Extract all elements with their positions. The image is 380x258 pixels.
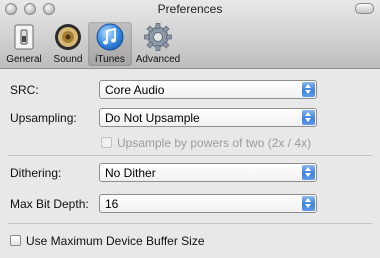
toolbar-sound-label: Sound: [53, 54, 83, 65]
gear-icon: [144, 23, 172, 51]
max-bit-depth-popup[interactable]: 16: [99, 194, 317, 213]
toggle-switch-icon: [14, 24, 34, 50]
dithering-value: No Dither: [105, 166, 156, 180]
window-title: Preferences: [157, 2, 223, 16]
dithering-label: Dithering:: [10, 166, 62, 180]
popup-arrows-icon: [302, 165, 315, 180]
divider: [8, 223, 372, 224]
upsample-pow2-label: Upsample by powers of two (2x / 4x): [117, 136, 312, 150]
itunes-icon: [96, 23, 124, 51]
popup-arrows-icon: [302, 110, 315, 125]
divider: [8, 155, 372, 156]
toolbar-advanced[interactable]: Advanced: [134, 22, 182, 66]
max-bit-depth-label: Max Bit Depth:: [10, 197, 89, 211]
upsample-pow2-checkbox[interactable]: [101, 137, 112, 148]
toolbar-sound[interactable]: Sound: [46, 22, 90, 66]
toolbar-itunes[interactable]: iTunes: [88, 22, 132, 66]
max-buffer-label: Use Maximum Device Buffer Size: [26, 234, 205, 248]
max-buffer-checkbox[interactable]: [10, 235, 21, 246]
popup-arrows-icon: [302, 82, 315, 97]
dithering-popup[interactable]: No Dither: [99, 163, 317, 182]
upsampling-label: Upsampling:: [10, 111, 77, 125]
src-value: Core Audio: [105, 83, 165, 97]
src-popup[interactable]: Core Audio: [99, 80, 317, 99]
toolbar-toggle-button[interactable]: [355, 3, 374, 14]
upsampling-popup[interactable]: Do Not Upsample: [99, 108, 317, 127]
toolbar-itunes-label: iTunes: [95, 54, 125, 65]
speaker-icon: [55, 24, 81, 50]
toolbar-general-label: General: [6, 54, 42, 65]
toolbar-general[interactable]: General: [2, 22, 46, 66]
preferences-window: Preferences General Sound iTunes Advance…: [0, 0, 380, 258]
src-label: SRC:: [10, 83, 39, 97]
popup-arrows-icon: [302, 196, 315, 211]
toolbar-advanced-label: Advanced: [135, 54, 181, 65]
titlebar-toolbar: Preferences General Sound iTunes Advance…: [0, 0, 380, 69]
max-bit-depth-value: 16: [105, 197, 119, 211]
upsampling-value: Do Not Upsample: [105, 111, 200, 125]
